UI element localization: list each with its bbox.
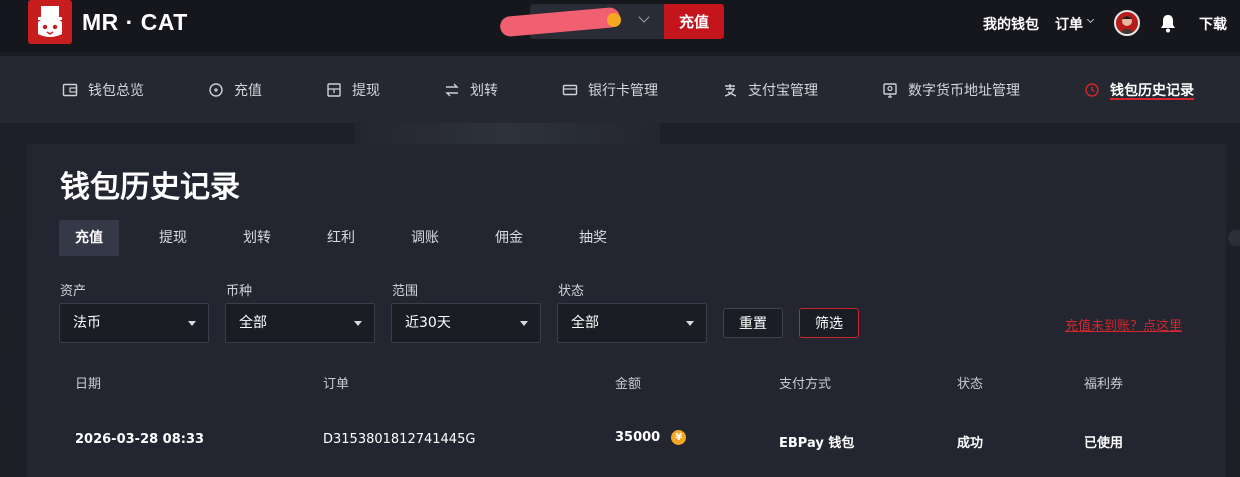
- orders-chevron-icon: [1086, 15, 1095, 24]
- bell-icon[interactable]: [1159, 13, 1177, 37]
- coin-icon: [607, 13, 621, 27]
- asset-select-value: 法币: [73, 315, 101, 331]
- currency-filter-label: 币种: [226, 284, 253, 299]
- row-status: 成功: [957, 436, 984, 451]
- nav-label: 提现: [352, 83, 380, 99]
- asset-select[interactable]: 法币: [59, 303, 209, 343]
- avatar[interactable]: [1114, 10, 1140, 36]
- top-bar: MR · CAT 充值 我的钱包 订单 下载: [0, 0, 1240, 52]
- filter-button[interactable]: 筛选: [799, 308, 859, 338]
- wallet-icon: [62, 83, 78, 97]
- transfer-icon: [445, 83, 459, 97]
- asset-filter-label: 资产: [60, 284, 87, 299]
- status-select-value: 全部: [571, 315, 599, 331]
- nav-item-alipay[interactable]: 支付宝管理: [722, 78, 818, 102]
- page-title: 钱包历史记录: [60, 170, 240, 205]
- bank-card-icon: [562, 84, 578, 96]
- active-tab-underline: [1110, 98, 1194, 100]
- header-deposit-button[interactable]: 充值: [664, 4, 724, 39]
- column-order: 订单: [323, 377, 350, 392]
- caret-down-icon: [520, 321, 528, 326]
- nav-label: 数字货币地址管理: [908, 83, 1020, 99]
- tab-withdraw[interactable]: 提现: [143, 220, 203, 256]
- nav-item-wallet-overview[interactable]: 钱包总览: [62, 78, 144, 102]
- deposit-icon: [209, 83, 223, 97]
- nav-label: 支付宝管理: [748, 83, 818, 99]
- yuan-coin-icon: ¥: [671, 430, 687, 445]
- range-select-value: 近30天: [405, 315, 451, 331]
- orders-link[interactable]: 订单: [1055, 14, 1083, 34]
- caret-down-icon: [354, 321, 362, 326]
- row-amount-value: 35000: [615, 430, 661, 445]
- nav-item-deposit[interactable]: 充值: [208, 78, 262, 102]
- logo-text[interactable]: MR · CAT: [82, 9, 188, 36]
- tab-commission[interactable]: 佣金: [479, 220, 539, 256]
- caret-down-icon: [686, 321, 694, 326]
- wallet-nav: 钱包总览 充值 提现 划转 银行卡管理 支付宝管理 数字货币地址管理 钱包历史记…: [0, 56, 1240, 123]
- currency-select[interactable]: 全部: [225, 303, 375, 343]
- logo-cat-icon[interactable]: [28, 0, 72, 44]
- tab-adjustment[interactable]: 调账: [395, 220, 455, 256]
- column-coupon: 福利券: [1084, 377, 1124, 392]
- my-wallet-link[interactable]: 我的钱包: [983, 14, 1039, 34]
- nav-item-crypto-address[interactable]: 数字货币地址管理: [882, 78, 1020, 102]
- status-select[interactable]: 全部: [557, 303, 707, 343]
- nav-label: 充值: [234, 83, 262, 99]
- row-amount: 35000 ¥: [615, 430, 687, 445]
- history-card: 钱包历史记录 充值 提现 划转 红利 调账 佣金 抽奖 资产 币种 范围 状态 …: [27, 144, 1226, 477]
- column-date: 日期: [75, 377, 102, 392]
- range-filter-label: 范围: [392, 284, 419, 299]
- crypto-address-icon: [883, 83, 897, 98]
- tab-lottery[interactable]: 抽奖: [563, 220, 623, 256]
- reset-button[interactable]: 重置: [723, 308, 783, 338]
- nav-item-withdraw[interactable]: 提现: [326, 78, 380, 102]
- currency-select-value: 全部: [239, 315, 267, 331]
- tab-transfer[interactable]: 划转: [227, 220, 287, 256]
- nav-label: 划转: [470, 83, 498, 99]
- row-date: 2026-03-28 08:33: [75, 432, 205, 447]
- status-filter-label: 状态: [558, 284, 585, 299]
- nav-item-transfer[interactable]: 划转: [444, 78, 498, 102]
- tab-bonus[interactable]: 红利: [311, 220, 371, 256]
- caret-down-icon: [188, 321, 196, 326]
- history-clock-icon: [1085, 83, 1099, 97]
- deposit-missing-help-link[interactable]: 充值未到账？点这里: [1065, 315, 1182, 334]
- tab-deposit[interactable]: 充值: [59, 220, 119, 256]
- alipay-icon: [724, 84, 737, 97]
- nav-item-bank-card[interactable]: 银行卡管理: [562, 78, 658, 102]
- row-coupon: 已使用: [1084, 436, 1124, 451]
- column-payment-method: 支付方式: [779, 377, 832, 392]
- side-scroll-handle[interactable]: [1228, 230, 1240, 246]
- row-payment-method: EBPay 钱包: [779, 436, 855, 451]
- withdraw-icon: [327, 83, 341, 97]
- nav-label: 钱包总览: [88, 83, 144, 99]
- column-status: 状态: [957, 377, 984, 392]
- range-select[interactable]: 近30天: [391, 303, 541, 343]
- backdrop-decoration: [355, 123, 660, 145]
- column-amount: 金额: [615, 377, 642, 392]
- download-link[interactable]: 下载: [1199, 14, 1227, 34]
- nav-label: 钱包历史记录: [1110, 83, 1194, 99]
- nav-label: 银行卡管理: [588, 83, 658, 99]
- row-order-id[interactable]: D3153801812741445G: [323, 432, 475, 447]
